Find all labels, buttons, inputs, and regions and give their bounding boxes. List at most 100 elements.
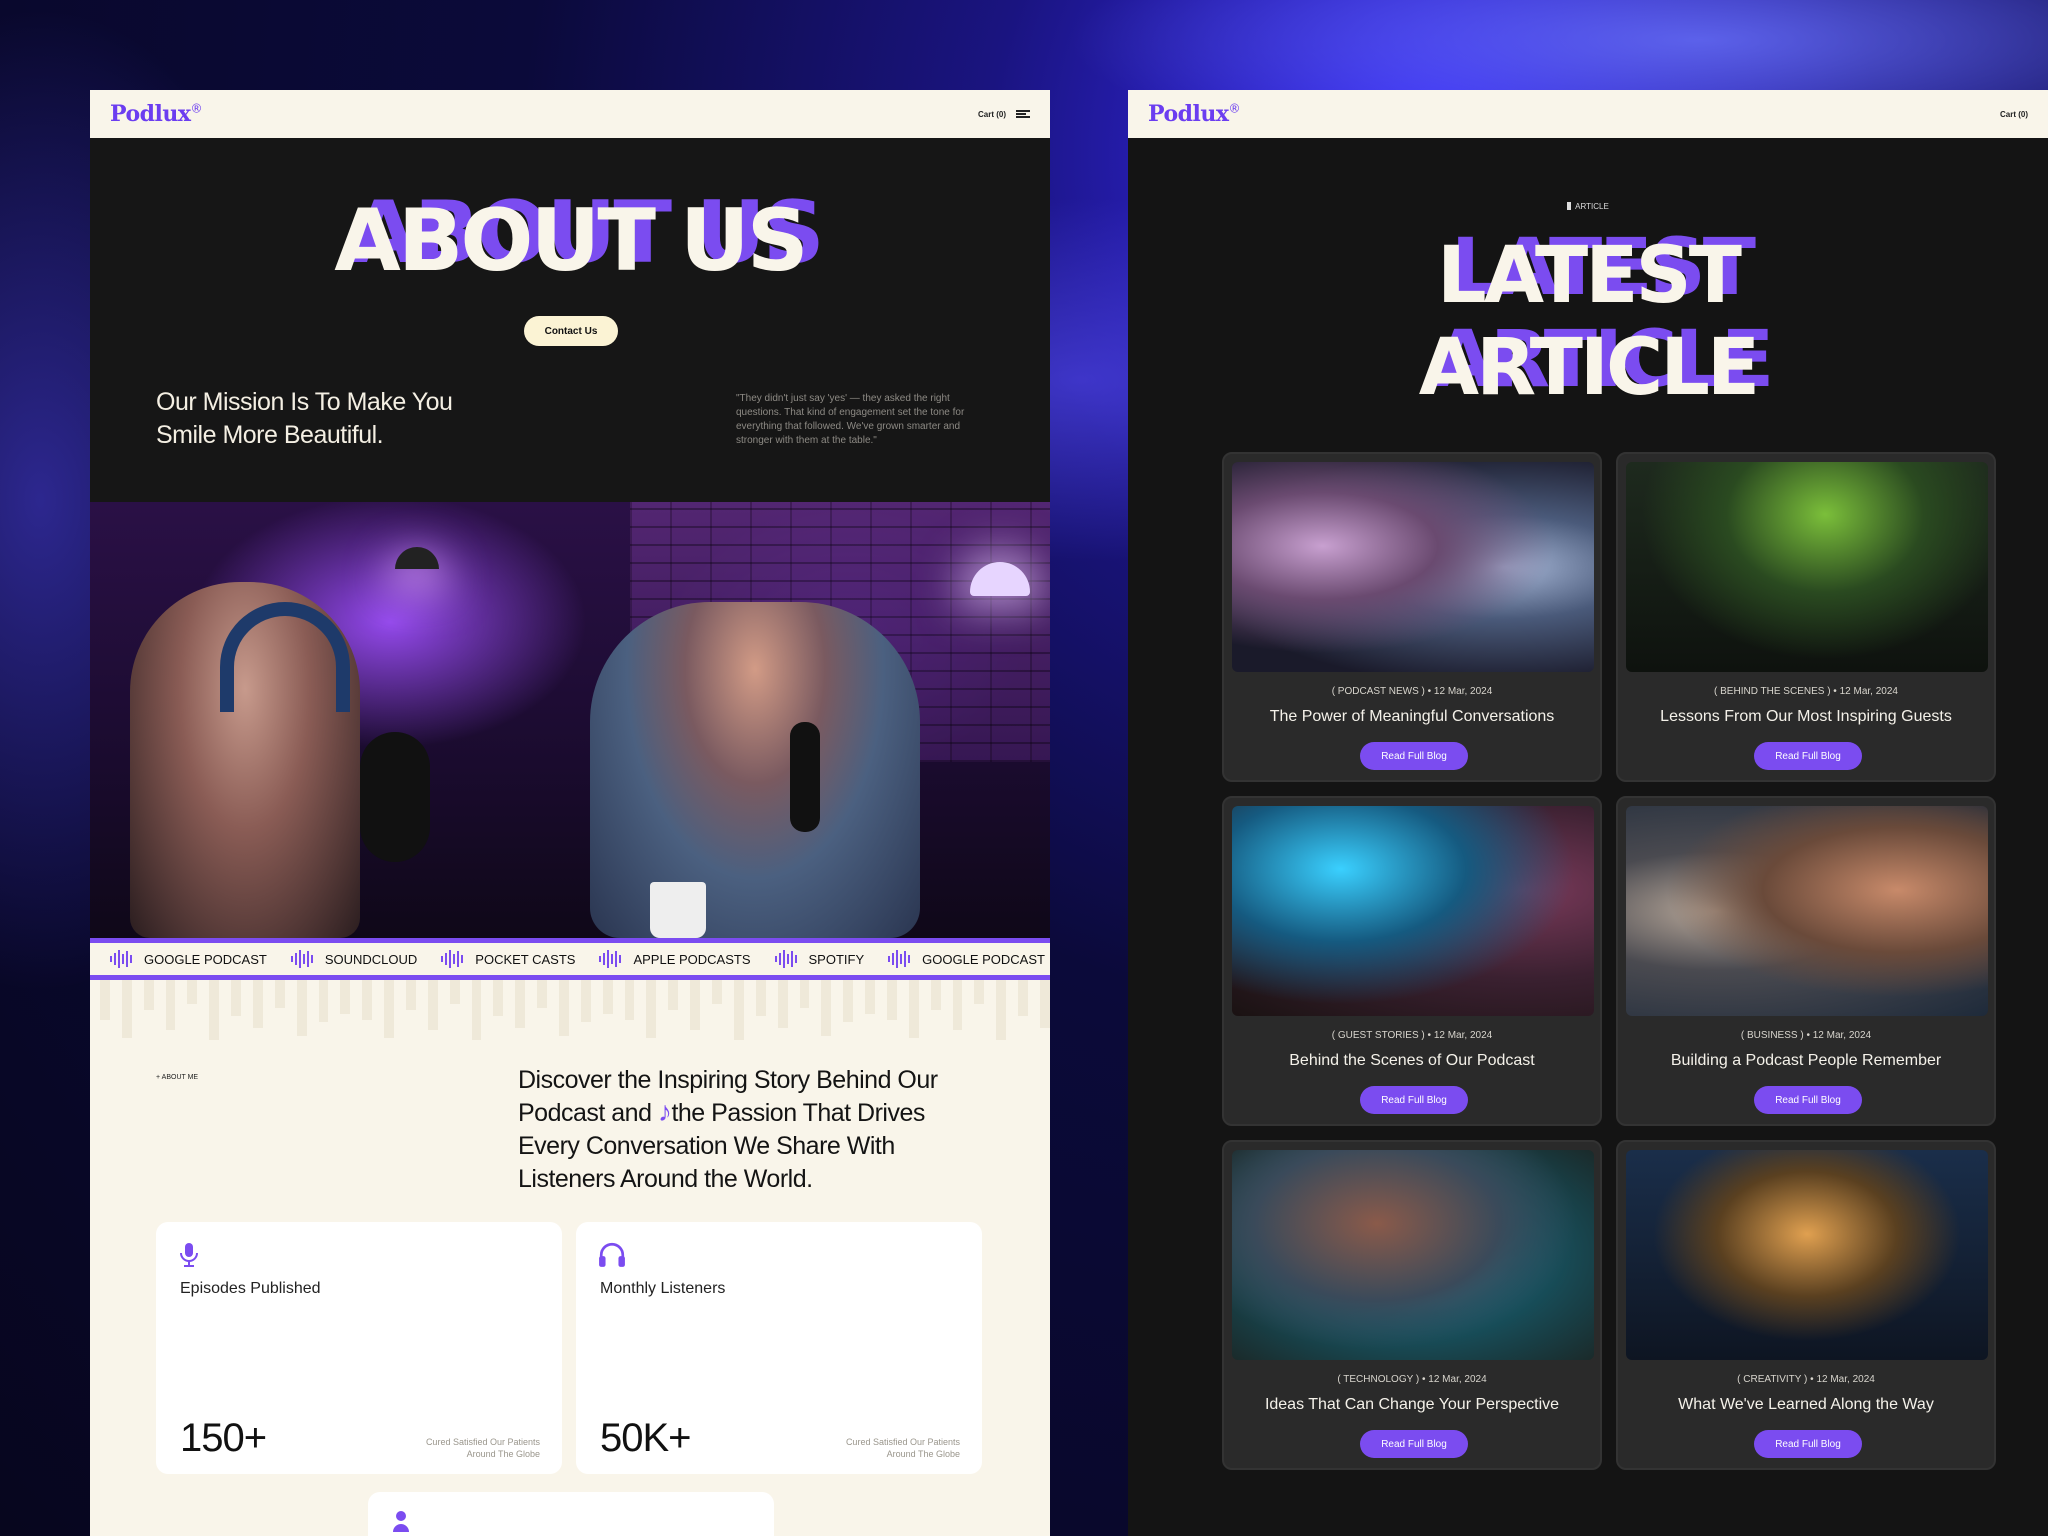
article-card[interactable]: ( CREATIVITY ) • 12 Mar, 2024 What We've…: [1616, 1140, 1996, 1470]
ceiling-lamp: [395, 547, 439, 569]
article-image: [1232, 806, 1594, 1016]
equalizer-bar: [952, 980, 963, 1030]
equalizer-bar: [318, 980, 329, 1022]
article-image: [1626, 806, 1988, 1016]
waveform-icon: [290, 950, 313, 968]
article-title[interactable]: Behind the Scenes of Our Podcast: [1224, 1052, 1600, 1070]
platform-label: APPLE PODCASTS: [633, 951, 751, 967]
about-title: ABOUT US ABOUT US: [90, 190, 1050, 284]
cart-link[interactable]: Cart (0): [978, 110, 1006, 119]
waveform-icon: [441, 950, 464, 968]
equalizer-bar: [886, 980, 897, 1020]
about-section: + ABOUT ME Discover the Inspiring Story …: [90, 980, 1050, 1536]
platform-item[interactable]: SOUNDCLOUD: [290, 950, 418, 968]
platform-label: GOOGLE PODCAST: [144, 951, 267, 967]
article-meta: ( BUSINESS ) • 12 Mar, 2024: [1740, 1030, 1872, 1041]
article-title[interactable]: Lessons From Our Most Inspiring Guests: [1618, 708, 1994, 726]
read-full-blog-button[interactable]: Read Full Blog: [1754, 1430, 1862, 1458]
article-category: ( BUSINESS ): [1740, 1030, 1804, 1041]
equalizer-bar: [362, 980, 373, 1020]
stat-note: Cured Satisfied Our Patients Around The …: [425, 1437, 540, 1459]
stat-value: 150+: [180, 1416, 267, 1460]
article-card[interactable]: ( GUEST STORIES ) • 12 Mar, 2024 Behind …: [1222, 796, 1602, 1126]
platform-label: SPOTIFY: [808, 951, 865, 967]
top-nav: Podlux® Cart (0): [90, 90, 1050, 138]
article-tag-label: ARTICLE: [1575, 202, 1609, 211]
equalizer-bar: [121, 980, 132, 1038]
equalizer-bar: [865, 980, 875, 1014]
article-date: 12 Mar, 2024: [1433, 686, 1493, 697]
article-date: 12 Mar, 2024: [1812, 1030, 1872, 1041]
stat-card-listeners: Monthly Listeners 50K+ Cured Satisfied O…: [576, 1222, 982, 1474]
microphone: [360, 732, 430, 862]
article-title[interactable]: The Power of Meaningful Conversations: [1224, 708, 1600, 726]
platform-item[interactable]: POCKET CASTS: [441, 950, 575, 968]
logo-mark: ®: [190, 101, 202, 116]
read-full-blog-button[interactable]: Read Full Blog: [1360, 742, 1468, 770]
stat-label: Monthly Listeners: [600, 1280, 726, 1297]
person-icon: [393, 1511, 409, 1532]
article-title[interactable]: Ideas That Can Change Your Perspective: [1224, 1396, 1600, 1414]
about-me-label: ABOUT ME: [161, 1074, 199, 1081]
article-meta: ( TECHNOLOGY ) • 12 Mar, 2024: [1337, 1374, 1487, 1385]
about-me-tag: + ABOUT ME: [156, 1074, 199, 1081]
read-full-blog-button[interactable]: Read Full Blog: [1360, 1086, 1468, 1114]
logo[interactable]: Podlux®: [1148, 101, 1240, 127]
equalizer-bar: [930, 980, 941, 1010]
title-text: LATEST: [1437, 231, 1742, 321]
microphone-icon: [180, 1243, 198, 1267]
read-full-blog-button[interactable]: Read Full Blog: [1754, 742, 1862, 770]
equalizer-bar: [253, 980, 263, 1028]
article-card[interactable]: ( BUSINESS ) • 12 Mar, 2024 Building a P…: [1616, 796, 1996, 1126]
equalizer-bar: [493, 980, 504, 1016]
platform-label: POCKET CASTS: [475, 951, 576, 967]
equalizer-bar: [187, 980, 198, 1004]
waveform-icon: [774, 950, 797, 968]
stat-card-partial: [368, 1492, 774, 1536]
title-text: ARTICLE: [1418, 323, 1760, 413]
platform-item[interactable]: APPLE PODCASTS: [599, 950, 751, 968]
waveform-icon: [888, 950, 911, 968]
music-note-icon: ♪: [657, 1096, 672, 1127]
article-card[interactable]: ( BEHIND THE SCENES ) • 12 Mar, 2024 Les…: [1616, 452, 1996, 782]
equalizer-bar: [471, 980, 482, 1040]
platform-label: SOUNDCLOUD: [324, 951, 418, 967]
platform-item[interactable]: GOOGLE PODCAST: [888, 950, 1045, 968]
article-card[interactable]: ( TECHNOLOGY ) • 12 Mar, 2024 Ideas That…: [1222, 1140, 1602, 1470]
equalizer-bar: [406, 980, 416, 1010]
equalizer-bar: [974, 980, 985, 1004]
article-card[interactable]: ( PODCAST NEWS ) • 12 Mar, 2024 The Powe…: [1222, 452, 1602, 782]
read-full-blog-button[interactable]: Read Full Blog: [1360, 1430, 1468, 1458]
stat-value: 50K+: [600, 1416, 692, 1460]
mission-statement: Our Mission Is To Make You Smile More Be…: [156, 388, 453, 449]
cart-link[interactable]: Cart (0): [2000, 110, 2028, 119]
equalizer-bar: [733, 980, 744, 1040]
equalizer-bar: [231, 980, 242, 1016]
read-full-blog-button[interactable]: Read Full Blog: [1754, 1086, 1862, 1114]
platform-label: GOOGLE PODCAST: [922, 951, 1045, 967]
article-meta: ( CREATIVITY ) • 12 Mar, 2024: [1737, 1374, 1875, 1385]
platform-item[interactable]: SPOTIFY: [774, 950, 865, 968]
menu-icon[interactable]: [1016, 110, 1030, 118]
article-title[interactable]: Building a Podcast People Remember: [1618, 1052, 1994, 1070]
equalizer-bar: [821, 980, 832, 1036]
contact-us-button[interactable]: Contact Us: [524, 316, 618, 346]
title-text: ABOUT US: [334, 191, 808, 291]
article-image: [1232, 462, 1594, 672]
testimonial-quote: "They didn't just say 'yes' — they asked…: [736, 393, 965, 446]
coffee-mug: [650, 882, 706, 938]
equalizer-bar: [843, 980, 854, 1022]
article-image: [1626, 1150, 1988, 1360]
article-image: [1232, 1150, 1594, 1360]
article-date: 12 Mar, 2024: [1816, 1374, 1875, 1385]
platform-item[interactable]: GOOGLE PODCAST: [110, 950, 267, 968]
equalizer-bar: [908, 980, 919, 1038]
article-category: ( PODCAST NEWS ): [1331, 686, 1425, 697]
article-title[interactable]: What We've Learned Along the Way: [1618, 1396, 1994, 1414]
microphone: [790, 722, 820, 832]
logo-text: Podlux: [110, 101, 191, 127]
logo[interactable]: Podlux®: [110, 101, 202, 127]
equalizer-bar: [427, 980, 438, 1030]
equalizer-bar: [1018, 980, 1028, 1016]
guest-man: [590, 602, 920, 938]
